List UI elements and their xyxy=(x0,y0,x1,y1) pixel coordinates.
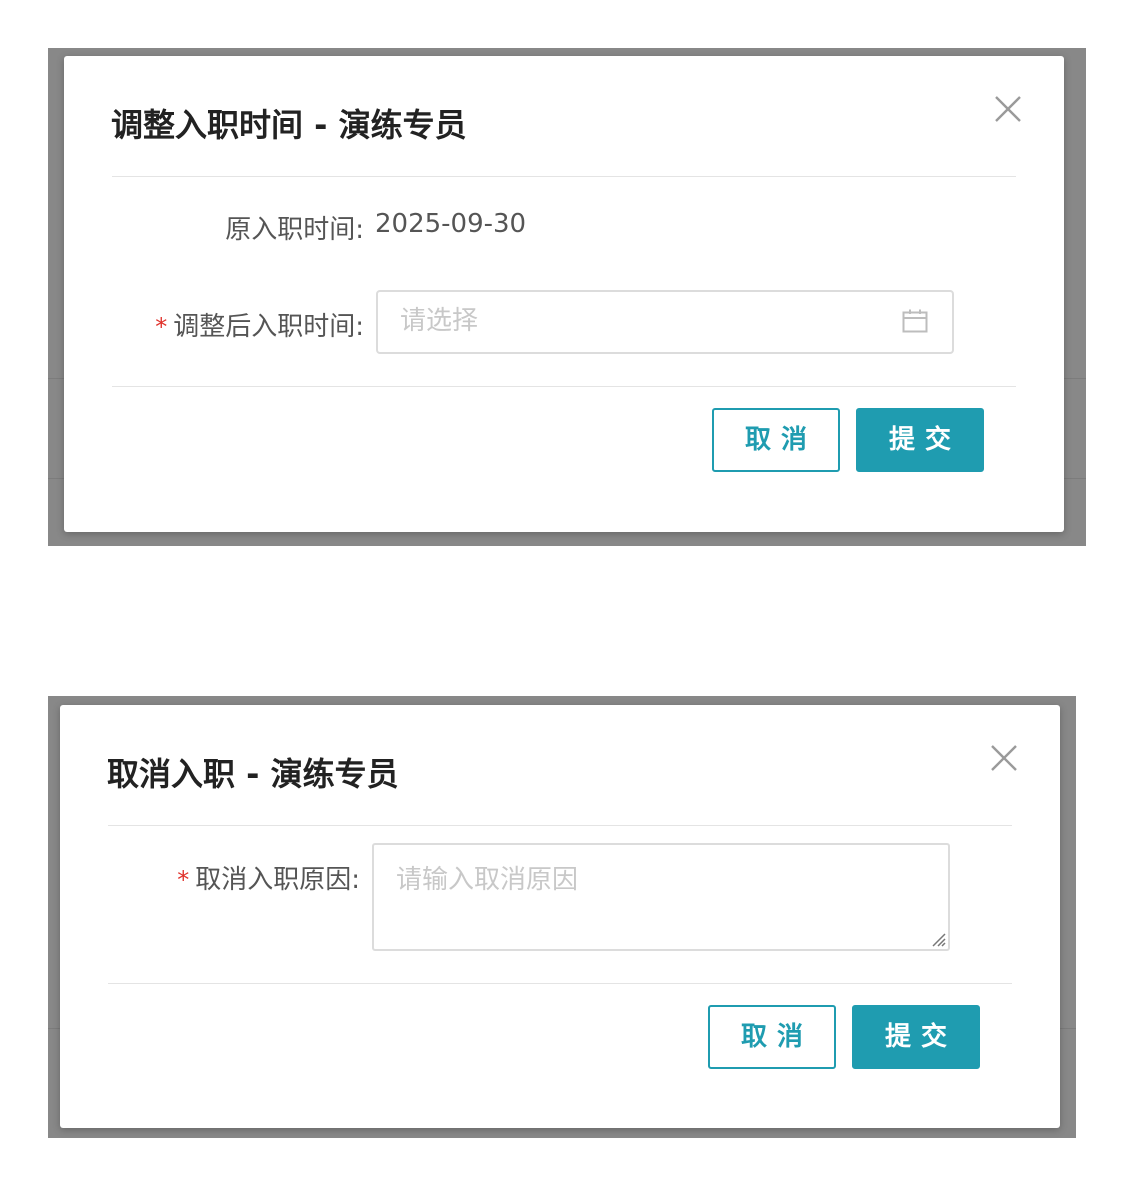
reason-label-text: 取消入职原因: xyxy=(195,865,360,895)
dialog-title: 取消入职 - 演练专员 xyxy=(107,755,399,793)
new-date-label-text: 调整后入职时间: xyxy=(173,312,364,342)
original-date-value: 2025-09-30 xyxy=(375,209,527,239)
close-button[interactable] xyxy=(993,94,1023,124)
cancel-onboarding-dialog: 取消入职 - 演练专员 * 取消入职原因: 请输入取消原因 取消 提交 xyxy=(60,705,1060,1128)
cancel-button[interactable]: 取消 xyxy=(712,408,840,472)
cancel-button[interactable]: 取消 xyxy=(708,1005,836,1069)
reason-textarea[interactable]: 请输入取消原因 xyxy=(372,843,950,951)
footer-divider xyxy=(108,983,1012,984)
close-button[interactable] xyxy=(989,743,1019,773)
reason-placeholder: 请输入取消原因 xyxy=(396,865,579,895)
submit-button[interactable]: 提交 xyxy=(852,1005,980,1069)
new-date-picker[interactable]: 请选择 xyxy=(376,290,954,354)
resize-handle-icon[interactable] xyxy=(928,929,946,947)
required-mark: * xyxy=(155,313,168,341)
date-placeholder: 请选择 xyxy=(400,306,479,336)
footer-divider xyxy=(112,386,1016,387)
adjust-start-date-dialog: 调整入职时间 - 演练专员 原入职时间: 2025-09-30 * 调整后入职时间… xyxy=(64,56,1064,532)
close-icon xyxy=(991,745,1017,771)
close-icon xyxy=(995,96,1021,122)
header-divider xyxy=(108,825,1012,826)
new-date-label: * 调整后入职时间: xyxy=(155,306,364,343)
dialog-title: 调整入职时间 - 演练专员 xyxy=(111,106,467,144)
header-divider xyxy=(112,176,1016,177)
calendar-icon xyxy=(902,309,928,333)
required-mark: * xyxy=(177,866,190,894)
submit-button[interactable]: 提交 xyxy=(856,408,984,472)
reason-label: * 取消入职原因: xyxy=(177,859,360,896)
original-date-label: 原入职时间: xyxy=(225,215,364,245)
